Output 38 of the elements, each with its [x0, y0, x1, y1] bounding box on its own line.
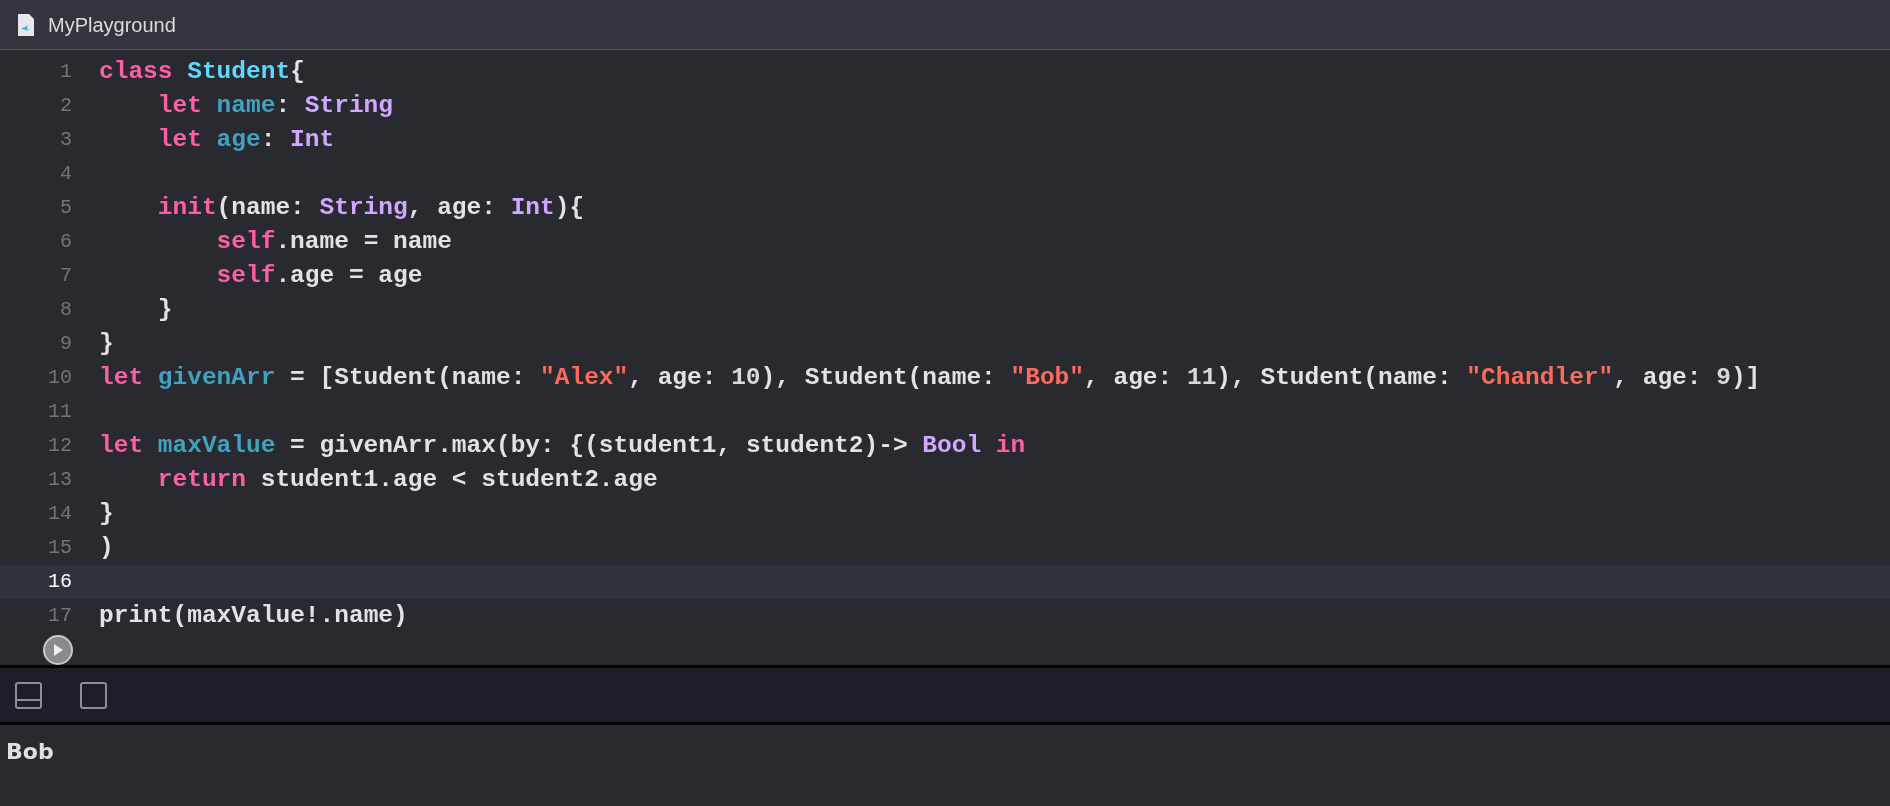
code-line: init(name: String, age: Int){: [157, 192, 585, 223]
line-number: 17: [47, 603, 72, 629]
file-icon: [16, 12, 36, 37]
line-number: 14: [47, 501, 72, 527]
code-line: }: [99, 498, 114, 529]
line-number: 2: [59, 93, 72, 119]
line-number: 4: [59, 161, 72, 187]
play-button[interactable]: [43, 635, 73, 665]
code-line: class Student{: [99, 56, 305, 87]
line-number: 9: [59, 331, 72, 357]
play-icon: [52, 643, 64, 657]
line-number: 16: [47, 569, 72, 595]
line-number: 15: [47, 535, 72, 561]
line-number: 13: [47, 467, 72, 493]
line-number: 5: [59, 195, 72, 221]
code-line: let maxValue = givenArr.max(by: {(student1, student2)-> Bool in: [99, 430, 1026, 461]
line-number: 7: [59, 263, 72, 289]
code-line: return student1.age < student2.age: [157, 464, 658, 495]
square-icon[interactable]: [80, 681, 107, 709]
code-line: let givenArr = [Student(name: "Alex", age: 10), Student(name: "Bob", age: 11), Student(name: "Chandler", age: 9)]: [99, 362, 1761, 393]
line-number: 8: [59, 297, 72, 323]
code-line: let age: Int: [157, 124, 335, 155]
code-line: self.age = age: [216, 260, 423, 291]
line-number: 6: [59, 229, 72, 255]
code-line: }: [157, 294, 173, 325]
code-line: print(maxValue!.name): [99, 600, 408, 631]
window-title: MyPlayground: [48, 12, 176, 38]
console-output: Bob: [6, 739, 54, 764]
line-number: 11: [47, 399, 72, 425]
code-line: }: [99, 328, 114, 359]
line-number: 3: [59, 127, 72, 153]
code-line: let name: String: [157, 90, 393, 121]
code-line: ): [99, 532, 114, 563]
line-number: 1: [59, 59, 72, 85]
code-line: self.name = name: [216, 226, 452, 257]
line-number: 10: [47, 365, 72, 391]
panel-toggle-icon[interactable]: [15, 681, 42, 709]
line-number: 12: [47, 433, 72, 459]
